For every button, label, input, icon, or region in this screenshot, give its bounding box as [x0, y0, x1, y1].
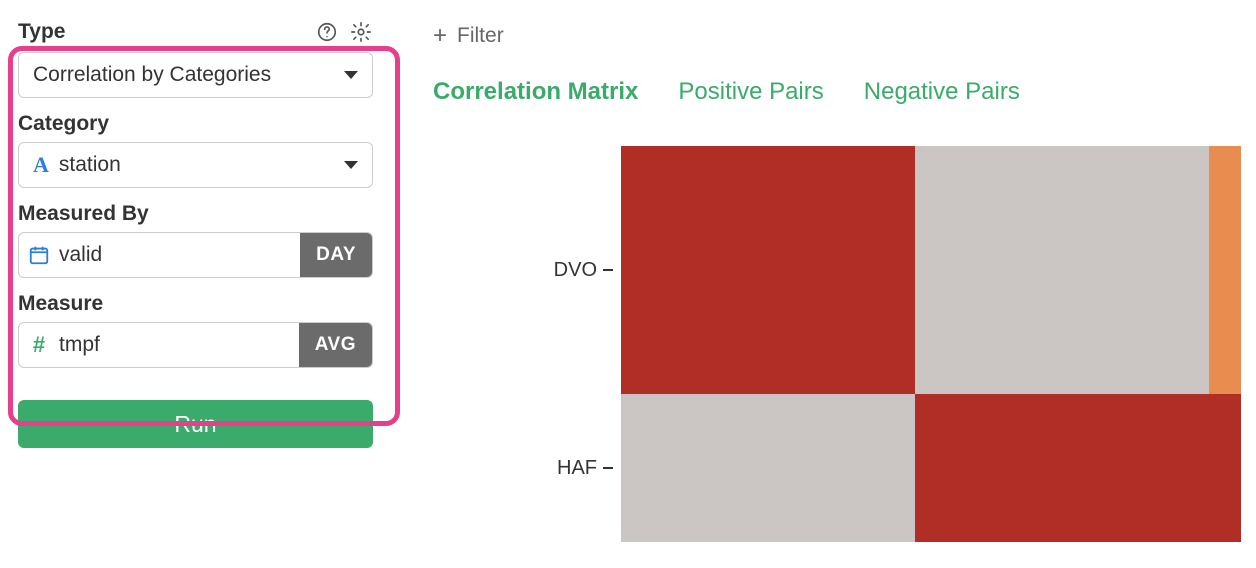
correlation-heatmap: DVO HAF — [433, 146, 1256, 542]
category-label: Category — [18, 112, 373, 136]
category-select[interactable]: A station — [18, 142, 373, 188]
measured-by-badge[interactable]: DAY — [300, 233, 372, 277]
measure-input[interactable]: # tmpf AVG — [18, 322, 373, 368]
y-tick: HAF — [557, 394, 613, 542]
help-icon[interactable] — [315, 20, 339, 44]
measured-by-label: Measured By — [18, 202, 373, 226]
heatmap-cell — [915, 394, 1209, 542]
main-panel: + Filter Correlation Matrix Positive Pai… — [385, 0, 1256, 568]
measured-by-value: valid — [59, 233, 300, 277]
type-label: Type — [18, 20, 65, 44]
heatmap-cell — [1209, 146, 1241, 394]
calendar-icon — [19, 233, 59, 277]
type-select[interactable]: Correlation by Categories — [18, 52, 373, 98]
config-sidebar: Type Correlation by Categories Category — [0, 0, 385, 568]
gear-icon[interactable] — [349, 20, 373, 44]
tab-correlation-matrix[interactable]: Correlation Matrix — [433, 78, 638, 106]
filter-label: Filter — [457, 24, 504, 48]
run-button[interactable]: Run — [18, 400, 373, 448]
text-type-icon: A — [33, 152, 49, 178]
category-select-value: station — [59, 153, 121, 177]
heatmap-cell — [1209, 394, 1241, 542]
measure-value: tmpf — [59, 323, 299, 367]
y-tick: DVO — [554, 146, 613, 394]
add-filter-button[interactable]: + Filter — [433, 22, 1256, 50]
tab-positive-pairs[interactable]: Positive Pairs — [678, 78, 823, 106]
measure-label: Measure — [18, 292, 373, 316]
tabs: Correlation Matrix Positive Pairs Negati… — [433, 78, 1256, 106]
type-select-value: Correlation by Categories — [33, 63, 271, 87]
number-type-icon: # — [19, 323, 59, 367]
heatmap-cell — [621, 146, 915, 394]
measure-badge[interactable]: AVG — [299, 323, 372, 367]
chevron-down-icon — [344, 161, 358, 169]
plus-icon: + — [433, 22, 447, 50]
tab-negative-pairs[interactable]: Negative Pairs — [864, 78, 1020, 106]
heatmap-cell — [915, 146, 1209, 394]
chevron-down-icon — [344, 71, 358, 79]
heatmap-cell — [621, 394, 915, 542]
measured-by-input[interactable]: valid DAY — [18, 232, 373, 278]
